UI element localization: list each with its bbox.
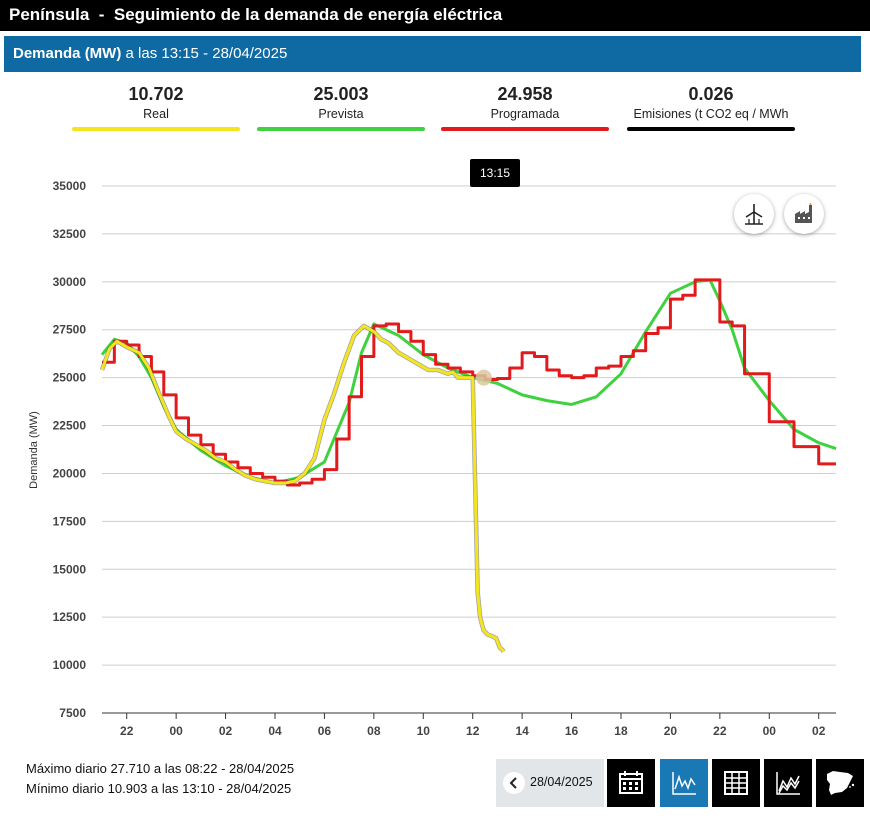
y-axis-label: Demanda (MW) <box>28 411 40 489</box>
y-tick-label: 32500 <box>53 227 87 241</box>
x-tick-label: 08 <box>367 724 381 738</box>
x-tick-label: 22 <box>713 724 727 738</box>
x-tick-label: 16 <box>565 724 579 738</box>
y-tick-label: 12500 <box>53 610 87 624</box>
area-chart-view-button[interactable] <box>764 759 812 807</box>
y-tick-label: 15000 <box>53 562 87 576</box>
x-tick-label: 00 <box>169 724 183 738</box>
series-line-real <box>100 324 505 653</box>
factory-icon <box>795 203 812 223</box>
x-tick-label: 02 <box>812 724 826 738</box>
x-tick-label: 02 <box>219 724 233 738</box>
demand-chart[interactable]: 7500 10000 12500 15000 17500 20000 22500 25000 2… <box>0 0 870 819</box>
y-tick-label: 7500 <box>59 706 86 720</box>
calendar-button[interactable] <box>607 759 655 807</box>
table-icon <box>724 771 748 795</box>
time-tooltip: 13:15 <box>470 159 520 187</box>
x-tick-label: 20 <box>664 724 678 738</box>
y-tick-label: 17500 <box>53 514 87 528</box>
x-tick-label: 00 <box>763 724 777 738</box>
region-map-button[interactable] <box>816 759 864 807</box>
daily-min-text: Mínimo diario 10.903 a las 13:10 - 28/04… <box>26 781 292 796</box>
daily-max-text: Máximo diario 27.710 a las 08:22 - 28/04… <box>26 761 295 776</box>
x-tick-label: 22 <box>120 724 134 738</box>
area-chart-icon <box>776 772 800 795</box>
y-tick-label: 27500 <box>53 323 87 337</box>
line-chart-view-button[interactable] <box>660 759 708 807</box>
y-tick-label: 22500 <box>53 419 87 433</box>
current-time-marker <box>475 369 492 386</box>
y-tick-label: 25000 <box>53 371 87 385</box>
wind-turbine-icon <box>745 204 763 225</box>
x-tick-label: 18 <box>614 724 628 738</box>
y-tick-label: 20000 <box>53 466 87 480</box>
renewable-toggle-button[interactable] <box>734 194 774 234</box>
factory-toggle-button[interactable] <box>784 194 824 234</box>
previous-day-button[interactable] <box>503 772 525 794</box>
x-tick-label: 10 <box>417 724 431 738</box>
y-tick-label: 30000 <box>53 275 87 289</box>
line-chart-icon <box>672 772 696 795</box>
selected-date: 28/04/2025 <box>530 775 593 789</box>
x-tick-label: 12 <box>466 724 480 738</box>
x-tick-label: 14 <box>515 724 529 738</box>
x-tick-label: 04 <box>268 724 282 738</box>
x-tick-label: 06 <box>318 724 332 738</box>
chevron-left-icon <box>509 777 517 789</box>
date-selector[interactable]: 28/04/2025 <box>496 759 604 807</box>
series-real-shadow <box>99 323 506 653</box>
table-view-button[interactable] <box>712 759 760 807</box>
spain-map-icon <box>827 771 855 795</box>
y-tick-label: 10000 <box>53 658 87 672</box>
calendar-icon <box>619 771 643 794</box>
y-tick-label: 35000 <box>53 179 87 193</box>
